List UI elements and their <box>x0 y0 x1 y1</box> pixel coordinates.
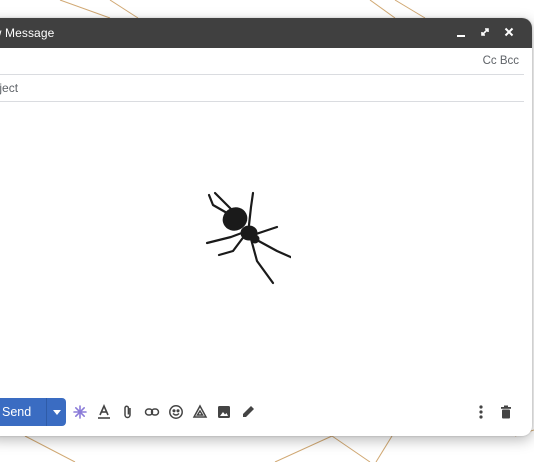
title-actions <box>454 25 516 39</box>
sparkle-icon[interactable] <box>72 404 88 420</box>
message-body[interactable] <box>0 103 532 388</box>
compose-toolbar: Send <box>0 396 532 430</box>
trash-icon[interactable] <box>498 404 514 420</box>
subject-field[interactable] <box>0 78 366 98</box>
image-icon[interactable] <box>216 404 232 420</box>
more-options-icon[interactable] <box>473 404 489 420</box>
send-button-group: Send <box>0 398 66 426</box>
format-tools <box>72 404 256 420</box>
minimize-icon[interactable] <box>454 25 468 39</box>
compose-window: ew Message Cc Bcc <box>0 18 532 436</box>
subject-row <box>0 75 524 102</box>
drive-icon[interactable] <box>192 404 208 420</box>
signature-pen-icon[interactable] <box>240 404 256 420</box>
chevron-down-icon[interactable] <box>47 398 66 426</box>
to-field[interactable] <box>0 51 366 71</box>
expand-icon[interactable] <box>478 25 492 39</box>
compose-titlebar[interactable]: ew Message <box>0 18 532 48</box>
to-row: Cc Bcc <box>0 48 524 75</box>
link-icon[interactable] <box>144 404 160 420</box>
text-format-icon[interactable] <box>96 404 112 420</box>
emoji-icon[interactable] <box>168 404 184 420</box>
spider-image <box>205 191 291 285</box>
send-button[interactable]: Send <box>0 398 46 426</box>
attach-icon[interactable] <box>120 404 136 420</box>
right-tools <box>473 404 514 420</box>
compose-title: ew Message <box>0 26 55 40</box>
cc-bcc-link[interactable]: Cc Bcc <box>483 55 519 67</box>
close-icon[interactable] <box>502 25 516 39</box>
